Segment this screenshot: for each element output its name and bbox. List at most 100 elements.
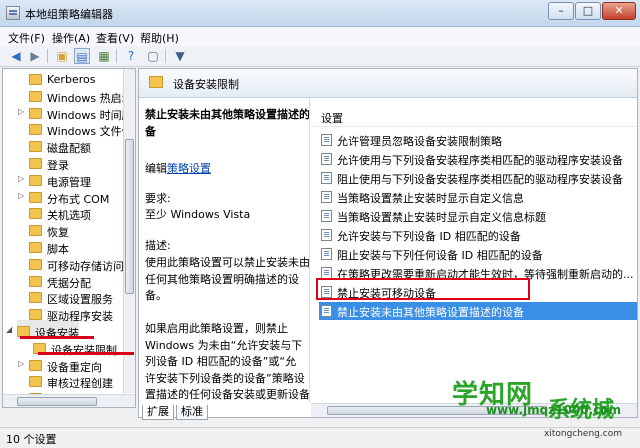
tree-item[interactable]: 脚本 xyxy=(3,240,123,257)
view-tabs: 扩展 标准 xyxy=(138,405,338,421)
maximize-button[interactable]: □ xyxy=(575,2,601,20)
setting-row[interactable]: 禁止安装未由其他策略设置描述的设备 xyxy=(319,302,637,320)
folder-icon xyxy=(29,191,42,203)
tree-item[interactable]: 磁盘配额 xyxy=(3,139,123,156)
folder-icon xyxy=(29,90,42,102)
column-header-setting[interactable]: 设置 xyxy=(321,110,343,126)
tree-item[interactable]: Kerberos xyxy=(3,72,123,89)
setting-row[interactable]: 阻止安装与下列任何设备 ID 相匹配的设备 xyxy=(319,245,637,263)
show-tree-icon[interactable]: ▤ xyxy=(74,48,90,64)
filter-icon[interactable]: ▼ xyxy=(172,48,188,64)
tree-item-label: Kerberos xyxy=(47,73,96,86)
up-folder-icon[interactable]: ▣ xyxy=(54,48,70,64)
setting-row[interactable]: 允许管理员忽略设备安装限制策略 xyxy=(319,131,637,149)
menu-bar: 文件(F) 操作(A) 查看(V) 帮助(H) xyxy=(0,27,640,46)
tree-item[interactable]: 设备安装限制 xyxy=(3,341,123,358)
description-text: 任何其他策略设置明确描述的设 xyxy=(145,272,299,286)
close-button[interactable]: ✕ xyxy=(602,2,636,20)
header-divider xyxy=(311,126,637,127)
edit-policy-line: 编辑策略设置 xyxy=(145,160,211,176)
policy-setting-icon xyxy=(321,210,332,222)
tree-vertical-scrollbar[interactable] xyxy=(123,69,135,393)
description-text: 备。 xyxy=(145,289,167,302)
tree-item[interactable]: 恢复 xyxy=(3,223,123,240)
folder-icon xyxy=(149,76,163,88)
setting-name: 禁止安装未由其他策略设置描述的设备 xyxy=(337,306,524,319)
toolbar-separator xyxy=(116,49,117,63)
tree-item-label: 电源管理 xyxy=(47,175,91,189)
policy-setting-icon xyxy=(321,305,332,317)
tree-expander-icon[interactable]: ▷ xyxy=(18,174,24,183)
tree-scroll-thumb[interactable] xyxy=(125,139,134,294)
folder-icon xyxy=(29,208,42,220)
description-label: 描述: xyxy=(145,239,171,252)
tree-item[interactable]: 关机选项 xyxy=(3,206,123,223)
export-icon[interactable]: ▦ xyxy=(96,48,112,64)
tree-item-label: 登录 xyxy=(47,159,69,172)
tree-expander-icon[interactable]: ▷ xyxy=(18,359,24,368)
tree-expander-icon[interactable]: ▷ xyxy=(18,191,24,200)
tree-item-label: 驱动程序安装 xyxy=(47,310,113,324)
setting-row[interactable]: 当策略设置禁止安装时显示自定义信息标题 xyxy=(319,207,637,225)
folder-icon xyxy=(29,74,42,85)
folder-icon xyxy=(29,359,42,371)
edit-policy-link[interactable]: 策略设置 xyxy=(167,162,211,175)
annotation-box xyxy=(316,278,530,300)
tab-standard[interactable]: 标准 xyxy=(176,405,208,420)
policy-title: 备 xyxy=(145,125,156,138)
menu-help[interactable]: 帮助(H) xyxy=(140,30,179,46)
window-title: 本地组策略编辑器 xyxy=(25,8,113,21)
tree-item[interactable]: Windows 文件保护 xyxy=(3,122,135,139)
tree-item[interactable]: 审核过程创建 xyxy=(3,374,123,391)
setting-row[interactable]: 阻止使用与下列设备安装程序类相匹配的驱动程序安装设备 xyxy=(319,169,637,187)
policy-setting-icon xyxy=(321,191,332,203)
tree-item-label: 关机选项 xyxy=(47,209,91,223)
tree-item[interactable]: 凭据分配 xyxy=(3,274,123,291)
tree-item[interactable]: ▷ 分布式 COM xyxy=(3,190,123,207)
help-icon[interactable]: ? xyxy=(123,48,139,64)
tree-item-label: 凭据分配 xyxy=(47,276,91,290)
details-header-title: 设备安装限制 xyxy=(173,78,239,91)
tree-item[interactable]: 区域设置服务 xyxy=(3,290,123,307)
tree-pane[interactable]: Kerberos Windows 热启动 ▷ Windows 时间服务 Windows … xyxy=(2,68,136,408)
tree-item[interactable]: ▷ 电源管理 xyxy=(3,173,123,190)
menu-action[interactable]: 操作(A) xyxy=(52,30,90,46)
tree-item[interactable]: 驱动程序安装 xyxy=(3,307,123,324)
setting-name: 允许使用与下列设备安装程序类相匹配的驱动程序安装设备 xyxy=(337,154,623,167)
forward-icon[interactable]: ▶ xyxy=(27,48,43,64)
folder-icon xyxy=(29,258,42,270)
tree-expander-icon[interactable]: ◢ xyxy=(6,325,12,334)
setting-row[interactable]: 当策略设置禁止安装时显示自定义信息 xyxy=(319,188,637,206)
tree-item[interactable]: ▷ Windows 时间服务 xyxy=(3,106,135,123)
tree-item[interactable]: 登录 xyxy=(3,156,123,173)
tree-horizontal-scrollbar[interactable] xyxy=(3,394,135,407)
setting-row[interactable]: 允许安装与下列设备 ID 相匹配的设备 xyxy=(319,226,637,244)
description-text: 许安装下列设备类的设备”策略设 xyxy=(145,371,305,385)
tree-item[interactable]: ▷ 设备重定向 xyxy=(3,358,123,375)
status-text: 10 个设置 xyxy=(6,433,57,446)
folder-icon xyxy=(29,174,42,186)
settings-list[interactable]: 设置 允许管理员忽略设备安装限制策略允许使用与下列设备安装程序类相匹配的驱动程序… xyxy=(311,98,637,403)
tree-expander-icon[interactable]: ▷ xyxy=(18,107,24,116)
folder-icon xyxy=(29,275,42,287)
tree-item[interactable]: 可移动存储访问 xyxy=(3,257,124,274)
tree-item[interactable]: Windows 热启动 xyxy=(3,89,133,106)
back-icon[interactable]: ◀ xyxy=(8,48,24,64)
tree-item-label: 分布式 COM xyxy=(47,192,110,206)
menu-view[interactable]: 查看(V) xyxy=(96,30,134,46)
tree-hscroll-thumb[interactable] xyxy=(17,397,97,406)
setting-row[interactable]: 允许使用与下列设备安装程序类相匹配的驱动程序安装设备 xyxy=(319,150,637,168)
policy-setting-icon xyxy=(321,134,332,146)
properties-icon[interactable]: ▢ xyxy=(145,48,161,64)
tree-item-label: 审核过程创建 xyxy=(47,377,113,391)
setting-name: 阻止使用与下列设备安装程序类相匹配的驱动程序安装设备 xyxy=(337,173,623,186)
description-text: 置描述的任何设备安装或更新设备 xyxy=(145,388,310,401)
setting-name: 当策略设置禁止安装时显示自定义信息 xyxy=(337,192,524,205)
watermark-url: xitongcheng.com xyxy=(544,429,622,439)
tree-item-label: 可移动存储访问 xyxy=(47,259,124,273)
tab-extended[interactable]: 扩展 xyxy=(142,405,174,420)
menu-file[interactable]: 文件(F) xyxy=(8,30,45,46)
policy-setting-icon xyxy=(321,248,332,260)
minimize-button[interactable]: – xyxy=(548,2,574,20)
description-panel: 禁止安装未由其他策略设置描述的设 备 编辑策略设置 要求: 至少 Windows… xyxy=(139,98,310,403)
